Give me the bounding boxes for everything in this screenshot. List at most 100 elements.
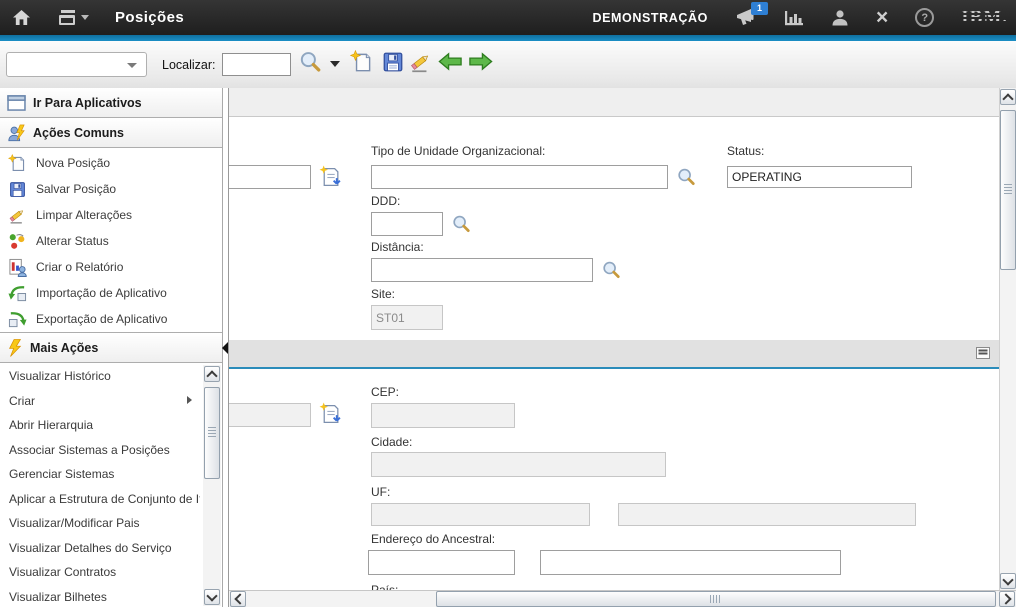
action-alterar-status[interactable]: Alterar Status xyxy=(0,228,222,254)
sidebar-header-common-actions[interactable]: Ações Comuns xyxy=(0,118,222,148)
next-record-button[interactable] xyxy=(468,50,492,74)
city-label: Cidade: xyxy=(371,435,412,449)
distance-input[interactable] xyxy=(371,258,593,282)
sidebar-header-label: Ações Comuns xyxy=(33,126,124,140)
tab-band xyxy=(229,88,999,117)
topbar-right-cluster: DEMONSTRAÇÃO 1 xyxy=(592,0,1008,35)
more-action-label: Visualizar Bilhetes xyxy=(9,590,107,604)
uf-description-input xyxy=(618,503,916,526)
sidebar: Ir Para Aplicativos Ações Comuns xyxy=(0,88,228,607)
distance-lookup-button[interactable] xyxy=(601,260,621,283)
cep-label: CEP: xyxy=(371,385,399,399)
address-section-header xyxy=(229,340,999,369)
more-action-item[interactable]: Visualizar Bilhetes xyxy=(0,585,200,607)
search-icon xyxy=(298,50,322,74)
clear-changes-icon xyxy=(409,50,433,74)
scroll-down-button[interactable] xyxy=(204,589,220,605)
more-action-label: Gerenciar Sistemas xyxy=(9,467,114,481)
arrow-left-icon xyxy=(438,50,463,73)
home-button[interactable] xyxy=(12,9,31,26)
bar-chart-icon xyxy=(784,9,804,27)
site-label: Site: xyxy=(371,287,395,301)
window-icon xyxy=(7,95,26,111)
sidebar-panel: Ir Para Aplicativos Ações Comuns xyxy=(0,88,223,607)
more-action-item[interactable]: Visualizar Contratos xyxy=(0,560,200,585)
more-action-item[interactable]: Associar Sistemas a Posições xyxy=(0,438,200,463)
action-limpar-alteracoes[interactable]: Limpar Alterações xyxy=(0,202,222,228)
import-icon xyxy=(8,284,27,303)
clear-changes-button[interactable] xyxy=(409,50,433,74)
chevron-left-icon xyxy=(234,593,245,604)
profile-button[interactable] xyxy=(831,9,849,27)
ddd-input[interactable] xyxy=(371,212,443,236)
help-button[interactable]: ? xyxy=(915,8,934,27)
action-label: Limpar Alterações xyxy=(36,208,132,222)
more-action-item[interactable]: Gerenciar Sistemas xyxy=(0,462,200,487)
action-exportacao-aplicativo[interactable]: Exportação de Aplicativo xyxy=(0,306,222,332)
scroll-down-button[interactable] xyxy=(1000,573,1016,589)
more-action-item[interactable]: Visualizar Detalhes do Serviço xyxy=(0,536,200,561)
search-button[interactable] xyxy=(298,50,322,74)
action-salvar-posicao[interactable]: Salvar Posição xyxy=(0,176,222,202)
scroll-thumb[interactable] xyxy=(1000,110,1016,270)
action-nova-posicao[interactable]: Nova Posição xyxy=(0,150,222,176)
more-action-item-criar[interactable]: Criar xyxy=(0,389,200,414)
scroll-left-button[interactable] xyxy=(230,591,246,607)
top-navbar: Posições DEMONSTRAÇÃO 1 xyxy=(0,0,1016,35)
ancestor-address-description-input[interactable] xyxy=(540,550,841,575)
main-horizontal-scrollbar[interactable] xyxy=(229,590,1016,607)
uf-input xyxy=(371,503,590,526)
chevron-down-icon xyxy=(127,63,137,68)
find-label: Localizar: xyxy=(162,58,216,72)
find-input[interactable] xyxy=(222,53,291,76)
action-label: Importação de Aplicativo xyxy=(36,286,167,300)
search-options-caret[interactable] xyxy=(330,61,340,67)
action-label: Criar o Relatório xyxy=(36,260,123,274)
action-criar-relatorio[interactable]: Criar o Relatório xyxy=(0,254,222,280)
ancestor-detail-menu-button[interactable] xyxy=(319,402,342,428)
environment-label: DEMONSTRAÇÃO xyxy=(592,11,708,25)
sidebar-header-more-actions[interactable]: Mais Ações xyxy=(0,332,222,363)
site-input xyxy=(371,305,443,330)
uf-label: UF: xyxy=(371,485,390,499)
org-type-input[interactable] xyxy=(371,165,668,189)
scroll-thumb[interactable] xyxy=(436,591,996,607)
save-button[interactable] xyxy=(381,50,405,74)
sidebar-list-scrollbar[interactable] xyxy=(203,365,221,606)
main-vertical-scrollbar[interactable] xyxy=(999,88,1016,590)
chevron-down-icon xyxy=(1002,574,1013,585)
signout-button[interactable]: × xyxy=(876,8,888,28)
more-action-item[interactable]: Abrir Hierarquia xyxy=(0,413,200,438)
more-action-item[interactable]: Aplicar a Estrutura de Conjunto de Itens xyxy=(0,487,200,512)
previous-record-button[interactable] xyxy=(438,50,462,74)
position-input[interactable] xyxy=(229,165,311,189)
scroll-up-button[interactable] xyxy=(204,366,220,382)
form-viewport: Tipo de Unidade Organizacional: Status: … xyxy=(229,88,999,590)
more-action-item[interactable]: Visualizar Histórico xyxy=(0,364,200,389)
scroll-up-button[interactable] xyxy=(1000,89,1016,105)
more-action-item[interactable]: Visualizar/Modificar Pais xyxy=(0,511,200,536)
announcements-button[interactable]: 1 xyxy=(735,8,757,27)
ddd-lookup-button[interactable] xyxy=(451,214,471,237)
status-input[interactable] xyxy=(727,166,912,188)
action-importacao-aplicativo[interactable]: Importação de Aplicativo xyxy=(0,280,222,306)
application-window: Posições DEMONSTRAÇÃO 1 xyxy=(0,0,1016,607)
country-label: País: xyxy=(371,583,398,590)
toolbar: Localizar: xyxy=(0,41,1016,89)
position-detail-menu-button[interactable] xyxy=(319,165,342,191)
user-icon xyxy=(831,9,849,27)
scroll-thumb[interactable] xyxy=(204,387,220,479)
reports-button[interactable] xyxy=(784,9,804,27)
ancestor-address-input[interactable] xyxy=(368,550,515,575)
applications-menu-button[interactable] xyxy=(57,9,89,26)
org-type-lookup-button[interactable] xyxy=(676,167,696,190)
sidebar-header-go-to[interactable]: Ir Para Aplicativos xyxy=(0,88,222,118)
query-combobox[interactable] xyxy=(6,52,147,77)
chevron-right-icon xyxy=(1000,593,1011,604)
new-record-button[interactable] xyxy=(350,50,374,74)
minimize-section-button[interactable] xyxy=(976,347,990,359)
more-action-label: Abrir Hierarquia xyxy=(9,418,93,432)
scroll-right-button[interactable] xyxy=(999,591,1015,607)
action-label: Alterar Status xyxy=(36,234,109,248)
more-action-label: Visualizar Detalhes do Serviço xyxy=(9,541,172,555)
